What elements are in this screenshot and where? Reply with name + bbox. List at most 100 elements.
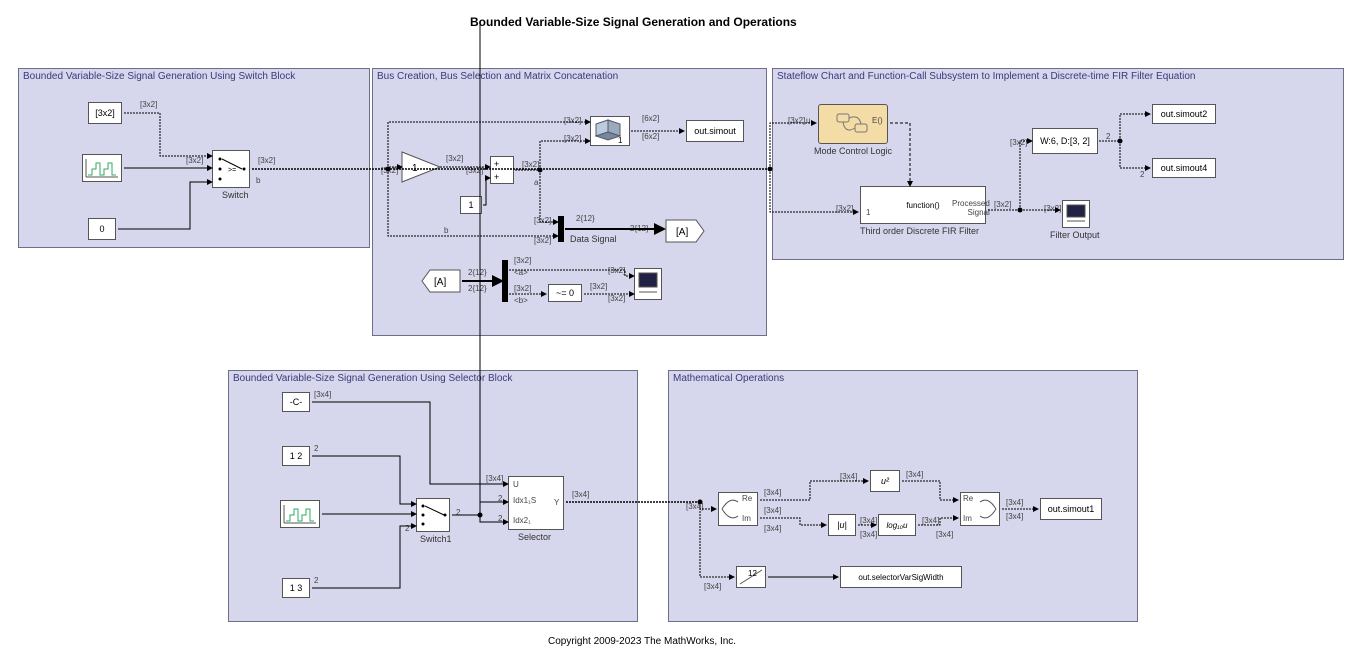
sig-r5g2: [3x4] bbox=[1006, 512, 1023, 521]
scope-icon bbox=[636, 270, 660, 298]
width-block[interactable]: 12 bbox=[736, 566, 766, 588]
mode-control-label: Mode Control Logic bbox=[814, 146, 892, 156]
constant-C[interactable]: -C- bbox=[282, 392, 310, 412]
switch1-port-2: 2 bbox=[405, 524, 409, 533]
reim1-re: Re bbox=[742, 494, 752, 503]
switch1-icon bbox=[418, 500, 448, 530]
svg-text:>=: >= bbox=[228, 167, 236, 174]
constant-13[interactable]: 1 3 bbox=[282, 578, 310, 598]
gain-icon: 1 bbox=[402, 152, 442, 182]
switch1-label: Switch1 bbox=[420, 534, 452, 544]
counter-block[interactable] bbox=[82, 154, 122, 182]
sig-r4e: [3x4] bbox=[572, 490, 589, 499]
fir-label: Third order Discrete FIR Filter bbox=[860, 226, 979, 236]
sig-r4d: 2 bbox=[456, 508, 460, 517]
to-workspace-selvar[interactable]: out.selectorVarSigWidth bbox=[840, 566, 962, 588]
abs-block[interactable]: |u| bbox=[828, 514, 856, 536]
gain-value: 1 bbox=[412, 163, 418, 174]
region-title-3: Stateflow Chart and Function-Call Subsys… bbox=[777, 71, 1196, 82]
sig-r5d2: [3x4] bbox=[860, 530, 877, 539]
sig-r3e: [3x2] bbox=[1044, 204, 1061, 213]
sig-r4a: [3x4] bbox=[314, 390, 331, 399]
sig-r3f: 2 bbox=[1106, 132, 1110, 141]
selector-U: U bbox=[513, 480, 519, 489]
selector-label: Selector bbox=[518, 532, 551, 542]
from-A[interactable]: [A] bbox=[422, 270, 462, 295]
square-block[interactable]: u² bbox=[870, 470, 900, 492]
svg-text:[A]: [A] bbox=[434, 277, 446, 288]
svg-text:+: + bbox=[494, 172, 499, 182]
sig-r5b: [3x4] bbox=[764, 488, 781, 497]
reim1-im: Im bbox=[742, 514, 751, 523]
constant-12[interactable]: 1 2 bbox=[282, 446, 310, 466]
bus-creator[interactable] bbox=[558, 216, 564, 242]
concat-block[interactable]: 1 bbox=[590, 116, 630, 146]
sig-d11b: 2{12} bbox=[630, 224, 649, 233]
to-workspace-simout1[interactable]: out.simout1 bbox=[1040, 498, 1102, 520]
switch1-block[interactable] bbox=[416, 498, 450, 532]
sig-b-label: b bbox=[444, 226, 448, 235]
chart-icon bbox=[833, 110, 873, 138]
gain-block[interactable]: 1 bbox=[402, 152, 442, 185]
sig-r5e: [3x4] bbox=[906, 470, 923, 479]
sig-r4d3: 2 bbox=[498, 494, 502, 503]
concat-icon: 1 bbox=[592, 118, 628, 144]
sig-d12b: 2{12} bbox=[468, 284, 487, 293]
sig-d7: [3x2] bbox=[564, 116, 581, 125]
fir-port-proc: ProcessedSignal bbox=[952, 199, 990, 217]
constant-1[interactable]: 1 bbox=[460, 196, 482, 214]
scope-bus[interactable] bbox=[634, 268, 662, 300]
to-workspace-simout4[interactable]: out.simout4 bbox=[1152, 158, 1216, 178]
bus-selector[interactable] bbox=[502, 260, 508, 302]
sig-d5: [3x2] bbox=[446, 154, 463, 163]
sig-sel-b-top: [3x2] bbox=[514, 284, 531, 293]
from-icon: [A] bbox=[422, 270, 462, 292]
counter-icon bbox=[84, 157, 120, 179]
sig-d1: [3x2] bbox=[140, 100, 157, 109]
sig-r3d: [3x2] bbox=[1010, 138, 1027, 147]
counter-icon-2 bbox=[282, 503, 318, 525]
sum-block[interactable]: ++ bbox=[490, 156, 514, 184]
log10-block[interactable]: log₁₀u bbox=[878, 514, 916, 536]
sig-d10a: [3x2] bbox=[534, 216, 551, 225]
sig-r5d: [3x4] bbox=[860, 516, 877, 525]
goto-icon: [A] bbox=[666, 220, 706, 242]
chart-port-u: u bbox=[806, 116, 810, 125]
reim2-re: Re bbox=[963, 494, 973, 503]
selector-idx2: Idx2₁ bbox=[513, 516, 531, 525]
sig-sel-a: <a> bbox=[514, 268, 528, 277]
sig-r4b: 2 bbox=[314, 444, 318, 453]
constant-3x2[interactable]: [3x2] bbox=[88, 102, 122, 124]
counter-block-2[interactable] bbox=[280, 500, 320, 528]
sig-r4c: 2 bbox=[314, 576, 318, 585]
sig-r5c2: [3x4] bbox=[840, 472, 857, 481]
sig-r5f: [3x4] bbox=[922, 516, 939, 525]
sig-d10b: [3x2] bbox=[534, 236, 551, 245]
switch-block[interactable]: >= bbox=[212, 150, 250, 188]
scope-filter[interactable] bbox=[1062, 200, 1090, 228]
delay-block[interactable]: W:6, D:[3, 2] bbox=[1032, 128, 1098, 154]
region-title-2: Bus Creation, Bus Selection and Matrix C… bbox=[377, 71, 618, 82]
sig-neq-out: [3x2] bbox=[590, 282, 607, 291]
page-title: Bounded Variable-Size Signal Generation … bbox=[470, 15, 797, 29]
sig-scope2: [3x2] bbox=[608, 294, 625, 303]
copyright: Copyright 2009-2023 The MathWorks, Inc. bbox=[548, 636, 736, 647]
compare-nonzero[interactable]: ~= 0 bbox=[548, 284, 582, 302]
sig-d8: [3x2] bbox=[564, 134, 581, 143]
constant-0[interactable]: 0 bbox=[88, 218, 116, 240]
filter-output-label: Filter Output bbox=[1050, 230, 1100, 240]
sig-d12a: 2{12} bbox=[468, 268, 487, 277]
sig-d5b: [3x2] bbox=[466, 166, 483, 175]
sig-r5a: [3x4] bbox=[686, 502, 703, 511]
sig-r4d2: [3x4] bbox=[486, 474, 503, 483]
to-workspace-simout2[interactable]: out.simout2 bbox=[1152, 104, 1216, 124]
sig-r3b: [3x2] bbox=[836, 204, 853, 213]
sig-r5g: [3x4] bbox=[1006, 498, 1023, 507]
sig-a-label: a bbox=[534, 178, 538, 187]
region-title-5: Mathematical Operations bbox=[673, 373, 784, 384]
to-workspace-simout[interactable]: out.simout bbox=[686, 120, 744, 142]
sig-r5b2: [3x4] bbox=[764, 506, 781, 515]
goto-A[interactable]: [A] bbox=[666, 220, 706, 245]
sig-d3: [3x2] bbox=[258, 156, 275, 165]
sig-d4: [3x2] bbox=[381, 166, 398, 175]
